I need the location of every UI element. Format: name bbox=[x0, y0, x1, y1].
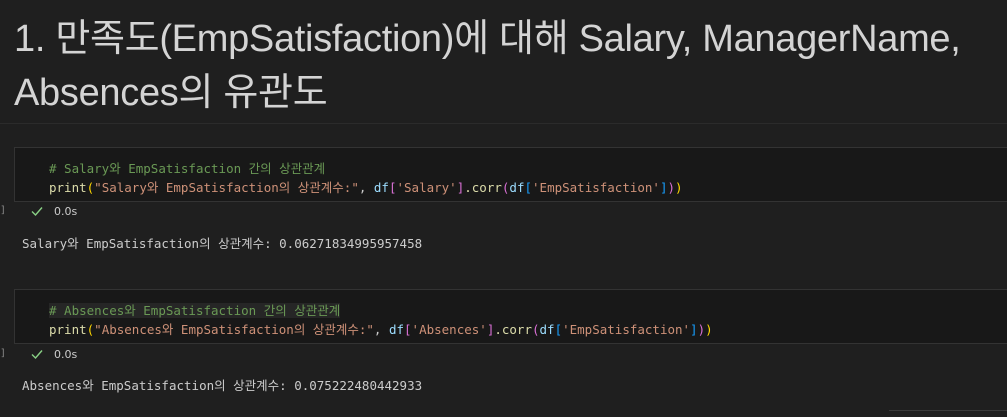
code-bracket: [ bbox=[388, 180, 397, 195]
code-key: 'Salary' bbox=[396, 180, 457, 195]
cell-gutter-marker: ] bbox=[0, 205, 7, 216]
code-comment: # Salary와 EmpSatisfaction 간의 상관관계 bbox=[49, 161, 326, 176]
execution-time: 0.0s bbox=[54, 204, 78, 218]
code-var: df bbox=[539, 322, 555, 337]
code-paren: ) bbox=[705, 322, 713, 337]
code-var: df bbox=[509, 180, 525, 195]
next-cell-edge bbox=[889, 410, 1007, 417]
code-comma: , bbox=[358, 180, 374, 195]
code-method: .corr bbox=[494, 322, 532, 337]
code-text-2[interactable]: # Absences와 EmpSatisfaction 간의 상관관계 prin… bbox=[49, 301, 713, 339]
cell-status-2: 0.0s bbox=[14, 345, 77, 363]
code-key: 'EmpSatisfaction' bbox=[532, 180, 660, 195]
code-func: print bbox=[49, 322, 87, 337]
code-bracket: [ bbox=[524, 180, 533, 195]
code-comma: , bbox=[373, 322, 389, 337]
execution-time: 0.0s bbox=[54, 347, 78, 361]
check-icon bbox=[31, 350, 43, 360]
code-comment: # Absences와 EmpSatisfaction 간의 상관관계 bbox=[49, 303, 341, 318]
code-cell-1[interactable]: # Salary와 EmpSatisfaction 간의 상관관계 print(… bbox=[14, 147, 1007, 202]
code-text-1[interactable]: # Salary와 EmpSatisfaction 간의 상관관계 print(… bbox=[49, 159, 683, 197]
code-bracket: [ bbox=[554, 322, 563, 337]
code-paren: ) bbox=[675, 180, 683, 195]
cell-output-2: Absences와 EmpSatisfaction의 상관계수: 0.07522… bbox=[22, 378, 423, 393]
code-key: 'Absences' bbox=[411, 322, 487, 337]
code-bracket: [ bbox=[404, 322, 412, 337]
code-editor-1[interactable]: # Salary와 EmpSatisfaction 간의 상관관계 print(… bbox=[14, 147, 1007, 202]
check-icon bbox=[31, 207, 43, 217]
markdown-heading: 1. 만족도(EmpSatisfaction)에 대해 Salary, Mana… bbox=[14, 18, 961, 114]
notebook-page: 1. 만족도(EmpSatisfaction)에 대해 Salary, Mana… bbox=[0, 0, 1007, 417]
code-func: print bbox=[49, 180, 87, 195]
code-cell-2[interactable]: # Absences와 EmpSatisfaction 간의 상관관계 prin… bbox=[14, 289, 1007, 344]
cell-output-1: Salary와 EmpSatisfaction의 상관계수: 0.0627183… bbox=[22, 236, 423, 251]
code-paren: ( bbox=[531, 322, 540, 337]
code-string: "Salary와 EmpSatisfaction의 상관계수:" bbox=[94, 180, 359, 195]
code-method: .corr bbox=[464, 180, 502, 195]
code-var: df bbox=[373, 180, 389, 195]
code-paren: ) bbox=[697, 322, 706, 337]
cell-gutter-marker: ] bbox=[0, 348, 7, 359]
code-string: "Absences와 EmpSatisfaction의 상관계수:" bbox=[94, 322, 374, 337]
code-editor-2[interactable]: # Absences와 EmpSatisfaction 간의 상관관계 prin… bbox=[14, 289, 1007, 344]
code-paren: ) bbox=[667, 180, 676, 195]
cell-divider bbox=[0, 123, 1007, 124]
cell-status-1: 0.0s bbox=[14, 202, 77, 220]
code-bracket: ] bbox=[690, 322, 698, 337]
code-key: 'EmpSatisfaction' bbox=[562, 322, 691, 337]
code-var: df bbox=[388, 322, 405, 337]
